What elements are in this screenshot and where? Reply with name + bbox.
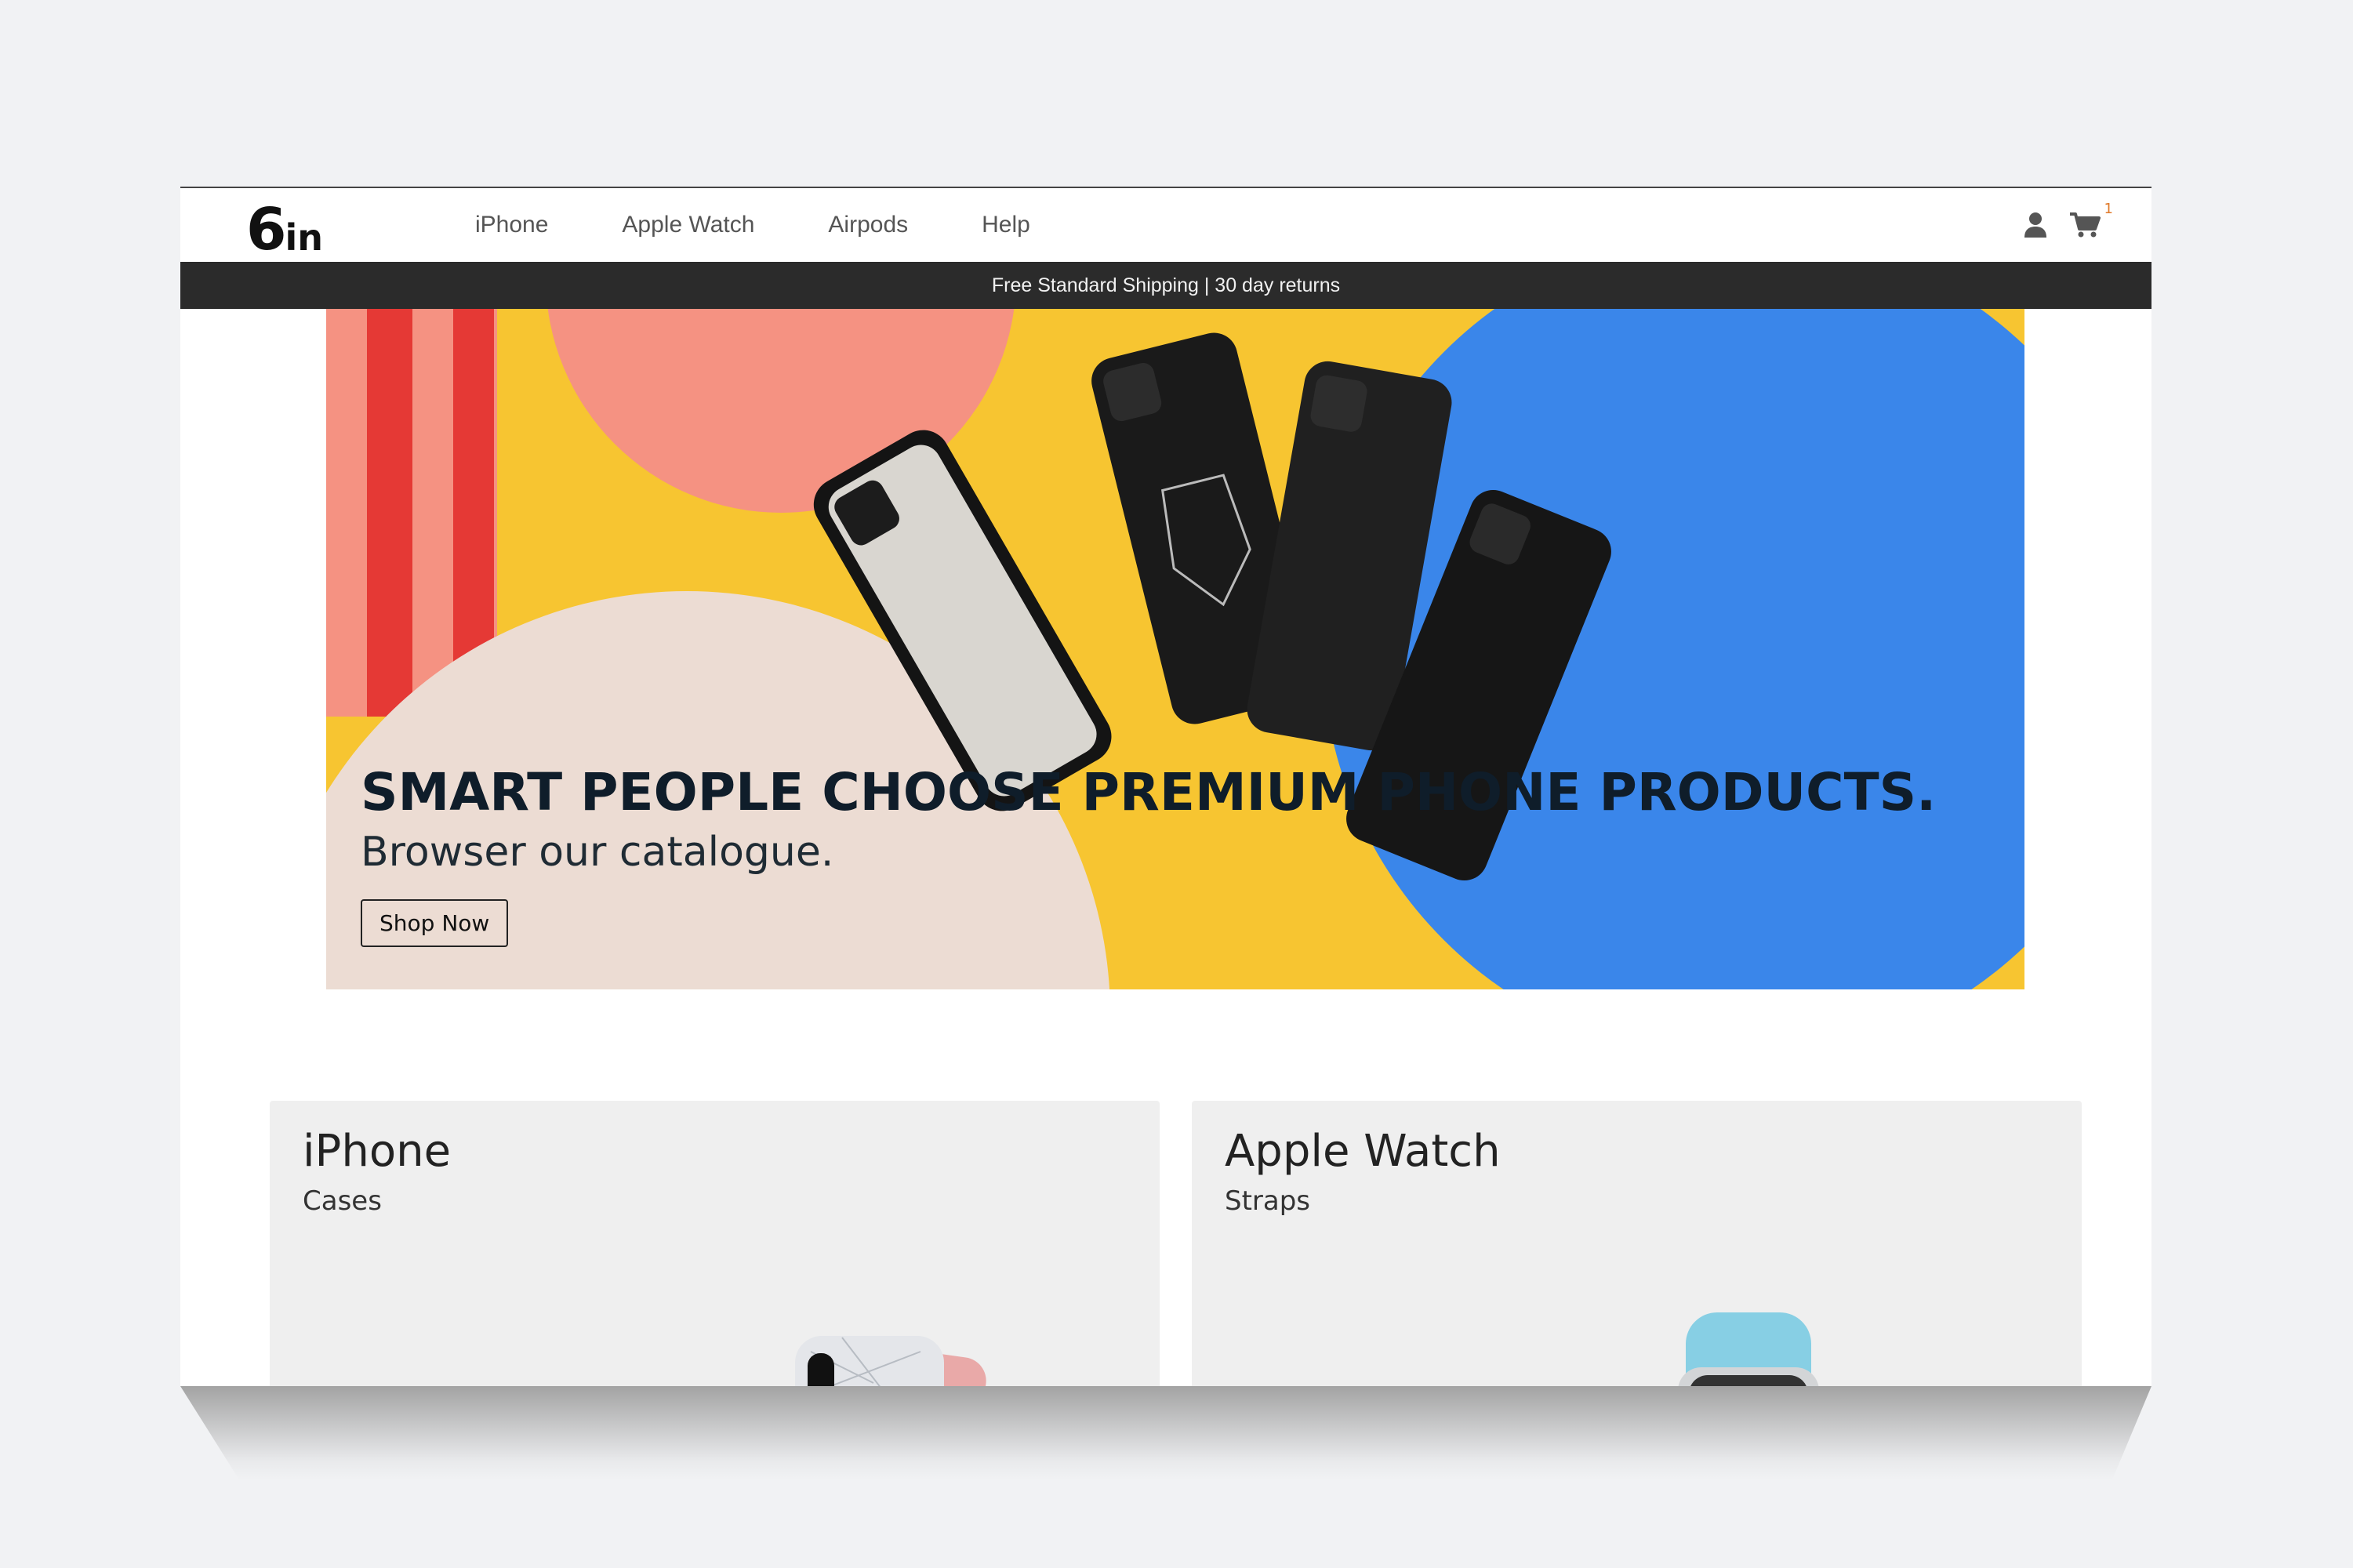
top-navbar: 6 in iPhone Apple Watch Airpods Help 1 [180, 188, 2151, 263]
category-title: Apple Watch [1225, 1126, 1501, 1177]
category-title: iPhone [303, 1126, 452, 1177]
logo-suffix: in [285, 216, 324, 259]
nav-link-airpods[interactable]: Airpods [828, 212, 908, 238]
hero-copy: SMART PEOPLE CHOOSE PREMIUM PHONE PRODUC… [361, 762, 1936, 947]
category-card-iphone[interactable]: iPhone Cases [270, 1101, 1160, 1386]
shop-now-button[interactable]: Shop Now [361, 899, 509, 947]
nav-actions: 1 [2024, 201, 2113, 246]
device-base-shadow [180, 1386, 2151, 1480]
browser-viewport: 6 in iPhone Apple Watch Airpods Help 1 F… [180, 188, 2151, 1386]
logo-numeral: 6 [246, 196, 286, 263]
promo-text: Free Standard Shipping | 30 day returns [991, 274, 1341, 296]
primary-nav: iPhone Apple Watch Airpods Help [475, 188, 1104, 262]
hero-headline: SMART PEOPLE CHOOSE PREMIUM PHONE PRODUC… [361, 762, 1937, 822]
hero-banner: SMART PEOPLE CHOOSE PREMIUM PHONE PRODUC… [326, 309, 2024, 989]
brand-logo[interactable]: 6 in [246, 196, 323, 259]
category-card-apple-watch[interactable]: Apple Watch Straps [1192, 1101, 2082, 1386]
cart-icon [2070, 212, 2101, 238]
nav-link-iphone[interactable]: iPhone [475, 212, 548, 238]
cart-count-badge: 1 [2104, 201, 2113, 217]
nav-link-apple-watch[interactable]: Apple Watch [622, 212, 754, 238]
hero-subheadline: Browser our catalogue. [361, 829, 834, 876]
category-subtitle: Straps [1225, 1185, 1311, 1217]
nav-link-help[interactable]: Help [982, 212, 1030, 238]
user-icon[interactable] [2024, 212, 2047, 241]
iphone-case-image [795, 1336, 986, 1386]
category-subtitle: Cases [303, 1185, 382, 1217]
cart-button[interactable]: 1 [2069, 201, 2113, 241]
watch-strap-image [1678, 1312, 1819, 1386]
shipping-promo-bar: Free Standard Shipping | 30 day returns [180, 262, 2151, 309]
